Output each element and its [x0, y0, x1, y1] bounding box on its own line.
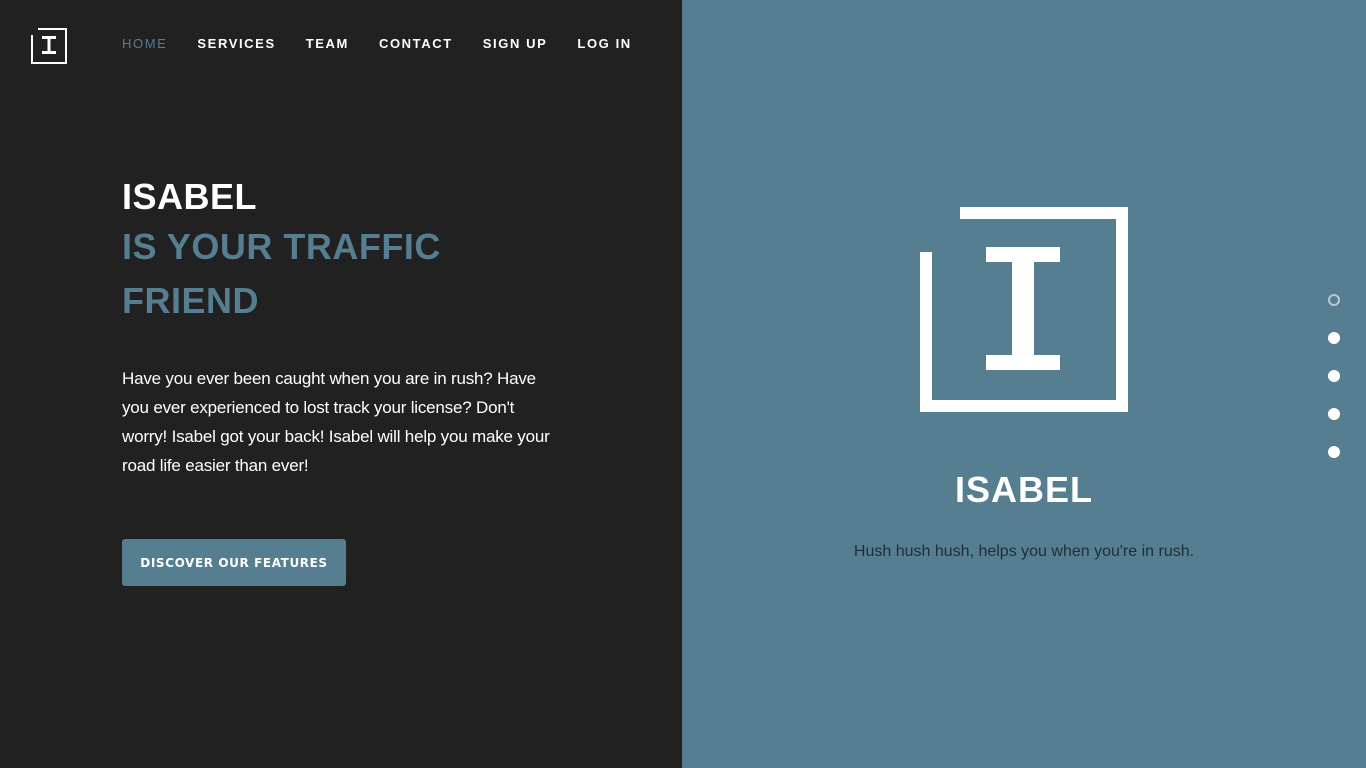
- isabel-logo-icon: [920, 207, 1128, 412]
- main-nav: HOME SERVICES TEAM CONTACT SIGN UP LOG I…: [122, 36, 632, 52]
- nav-contact[interactable]: CONTACT: [379, 36, 453, 52]
- hero-description: Have you ever been caught when you are i…: [122, 369, 550, 475]
- pager-dot[interactable]: [1328, 332, 1340, 344]
- pager-dot[interactable]: [1328, 294, 1340, 306]
- nav-team[interactable]: TEAM: [306, 36, 349, 52]
- landing-page: HOME SERVICES TEAM CONTACT SIGN UP LOG I…: [0, 0, 1366, 768]
- pager-dot[interactable]: [1328, 370, 1340, 382]
- pager-dot[interactable]: [1328, 408, 1340, 420]
- nav-services[interactable]: SERVICES: [197, 36, 275, 52]
- showcase-panel: ISABEL Hush hush hush, helps you when yo…: [682, 0, 1366, 768]
- nav-sign-up[interactable]: SIGN UP: [483, 36, 548, 52]
- hero-title: ISABEL: [122, 176, 258, 217]
- pager-dot[interactable]: [1328, 446, 1340, 458]
- tagline: Hush hush hush, helps you when you're in…: [853, 543, 1195, 560]
- brand-name: ISABEL: [954, 469, 1093, 510]
- nav-home[interactable]: HOME: [122, 36, 167, 52]
- section-pager: [1328, 294, 1342, 484]
- hero-subtitle: IS YOUR TRAFFIC FRIEND: [122, 226, 441, 321]
- nav-log-in[interactable]: LOG IN: [577, 36, 631, 52]
- isabel-logo-icon[interactable]: [31, 28, 67, 64]
- hero-panel: HOME SERVICES TEAM CONTACT SIGN UP LOG I…: [0, 0, 682, 768]
- discover-features-button[interactable]: DISCOVER OUR FEATURES: [122, 539, 346, 586]
